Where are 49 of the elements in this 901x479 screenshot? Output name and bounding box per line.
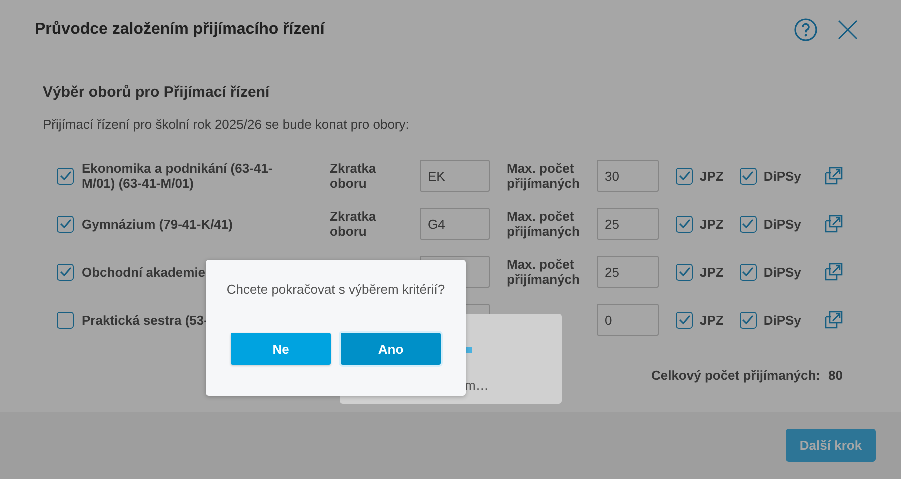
max-count-field[interactable]: 25 bbox=[597, 256, 659, 288]
max-count-field[interactable]: 0 bbox=[597, 304, 659, 336]
abbreviation-field[interactable]: EK bbox=[420, 160, 490, 192]
open-external-icon[interactable] bbox=[825, 167, 844, 185]
checkbox[interactable] bbox=[57, 264, 74, 280]
max-count-label: Max. počet přijímaných bbox=[507, 161, 581, 191]
loading-text: m… bbox=[465, 378, 489, 393]
open-external-icon[interactable] bbox=[825, 263, 844, 281]
checkbox[interactable] bbox=[676, 216, 693, 232]
max-count-field[interactable]: 25 bbox=[597, 208, 659, 240]
max-count-field[interactable]: 30 bbox=[597, 160, 659, 192]
help-icon[interactable] bbox=[793, 17, 819, 43]
confirm-button[interactable]: Ano bbox=[341, 333, 441, 365]
confirm-question: Chcete pokračovat s výběrem kritérií? bbox=[226, 282, 446, 297]
open-external-icon[interactable] bbox=[825, 311, 844, 329]
open-external-icon[interactable] bbox=[825, 215, 844, 233]
field-of-study-name: Gymnázium (79-41-K/41) bbox=[82, 216, 234, 232]
checkbox[interactable] bbox=[740, 168, 757, 184]
checkbox[interactable] bbox=[740, 312, 757, 328]
abbreviation-label: Zkratka oboru bbox=[330, 161, 378, 191]
dipsy-label: DiPSy bbox=[764, 168, 802, 184]
field-of-study-name: Ekonomika a podnikání (63-41-M/01) (63-41-M/01) bbox=[82, 161, 274, 191]
checkbox[interactable] bbox=[57, 216, 74, 232]
dialog-title: Průvodce založením přijímacího řízení bbox=[35, 21, 326, 39]
checkbox[interactable] bbox=[676, 264, 693, 280]
abbreviation-field[interactable]: G4 bbox=[420, 208, 490, 240]
field-of-study-name: Obchodní akademie bbox=[82, 264, 207, 280]
jpz-label: JPZ bbox=[700, 264, 724, 280]
jpz-label: JPZ bbox=[700, 168, 724, 184]
max-count-label: Max. počet přijímaných bbox=[507, 257, 581, 287]
total-value: 80 bbox=[828, 368, 843, 383]
checkbox[interactable] bbox=[676, 168, 693, 184]
checkbox[interactable] bbox=[740, 264, 757, 280]
jpz-label: JPZ bbox=[700, 216, 724, 232]
confirm-button[interactable]: Ne bbox=[231, 333, 331, 365]
checkbox[interactable] bbox=[57, 312, 74, 328]
checkbox[interactable] bbox=[57, 168, 74, 184]
max-count-label: Max. počet přijímaných bbox=[507, 209, 581, 239]
intro-text: Přijímací řízení pro školní rok 2025/26 se bude konat pro obory: bbox=[43, 117, 410, 132]
jpz-label: JPZ bbox=[700, 312, 724, 328]
dipsy-label: DiPSy bbox=[764, 312, 802, 328]
field-of-study-name: Praktická sestra (53- bbox=[82, 312, 210, 328]
dipsy-label: DiPSy bbox=[764, 264, 802, 280]
abbreviation-label: Zkratka oboru bbox=[330, 209, 378, 239]
dipsy-label: DiPSy bbox=[764, 216, 802, 232]
checkbox[interactable] bbox=[740, 216, 757, 232]
section-title: Výběr oborů pro Přijímací řízení bbox=[43, 84, 271, 101]
total-label: Celkový počet přijímaných: bbox=[651, 368, 821, 383]
checkbox[interactable] bbox=[676, 312, 693, 328]
